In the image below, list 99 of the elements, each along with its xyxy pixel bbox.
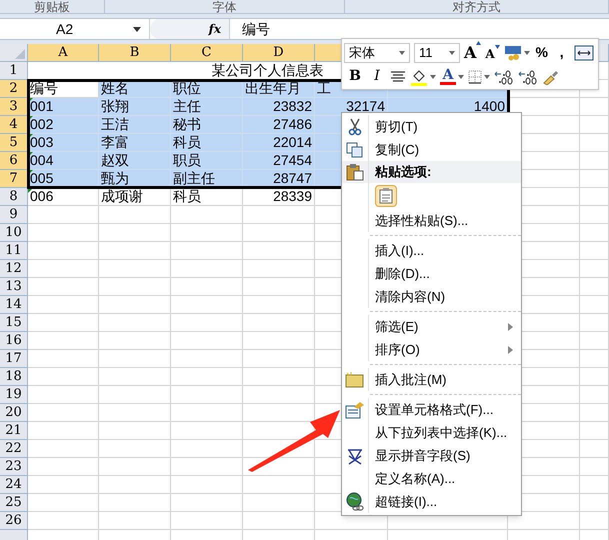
name-box[interactable]: A2	[0, 19, 150, 39]
number-format-button[interactable]: ,	[554, 42, 570, 63]
table-cell: 秘书	[171, 116, 243, 134]
table-cell: 成项谢	[99, 188, 171, 206]
globe-link-icon	[345, 492, 365, 512]
scissors-icon	[348, 118, 362, 136]
menu-heading: 粘贴选项:	[375, 163, 432, 182]
row-header[interactable]: 1	[0, 62, 28, 80]
row-header[interactable]: 25	[0, 494, 28, 512]
merge-center-icon[interactable]	[574, 44, 594, 60]
borders-button[interactable]	[468, 70, 490, 84]
table-cell: 001	[28, 98, 99, 116]
row-header[interactable]: 19	[0, 386, 28, 404]
dropdown-caret-icon	[449, 50, 455, 54]
table-cell: 003	[28, 134, 99, 152]
table-cell: 主任	[171, 98, 243, 116]
menu-item[interactable]: 剪切(T)	[375, 115, 521, 138]
row-header[interactable]: 14	[0, 296, 28, 314]
table-cell: 27486	[243, 116, 315, 134]
menu-item[interactable]: 筛选(E)	[375, 315, 521, 338]
row-header[interactable]: 26	[0, 512, 28, 530]
menu-item[interactable]: 复制(C)	[375, 138, 521, 161]
table-cell: 002	[28, 116, 99, 134]
row-header[interactable]: 17	[0, 350, 28, 368]
font-name-field[interactable]: 宋体	[344, 42, 410, 62]
table-cell: 科员	[171, 134, 243, 152]
column-header[interactable]: A	[28, 44, 99, 62]
row-header[interactable]: 23	[0, 458, 28, 476]
menu-item[interactable]: 删除(D)...	[375, 262, 521, 285]
row-header[interactable]: 18	[0, 368, 28, 386]
row-header[interactable]: 5	[0, 134, 28, 152]
ribbon-group-label: 对齐方式	[452, 0, 500, 13]
column-header[interactable]: D	[243, 44, 315, 62]
menu-item[interactable]: 选择性粘贴(S)...	[375, 209, 521, 232]
menu-item[interactable]: 插入批注(M)	[375, 368, 521, 391]
menu-item[interactable]: 超链接(I)...	[375, 490, 521, 513]
table-cell: 004	[28, 152, 99, 170]
table-cell: 28339	[243, 188, 315, 206]
align-center-icon[interactable]	[390, 70, 406, 84]
increase-decimal-icon[interactable]	[494, 68, 514, 84]
format-painter-icon[interactable]	[542, 68, 560, 84]
row-header[interactable]: 16	[0, 332, 28, 350]
grow-font-button[interactable]: A	[464, 40, 482, 64]
column-header[interactable]: B	[99, 44, 171, 62]
table-cell: 23832	[243, 98, 315, 116]
dropdown-caret-icon	[399, 50, 405, 54]
row-header[interactable]: 10	[0, 224, 28, 242]
copy-icon	[346, 142, 364, 158]
clipboard-icon	[346, 163, 364, 181]
table-cell: 27454	[243, 152, 315, 170]
triangle-icon	[494, 45, 500, 49]
table-cell: 22014	[243, 134, 315, 152]
paste-button[interactable]	[375, 185, 397, 207]
menu-item[interactable]: 排序(O)	[375, 338, 521, 361]
dropdown-caret-icon	[524, 50, 530, 54]
table-cell: 职员	[171, 152, 243, 170]
row-header[interactable]: 2	[0, 80, 28, 98]
triangle-icon	[476, 40, 482, 44]
row-header[interactable]: 21	[0, 422, 28, 440]
row-header[interactable]: 24	[0, 476, 28, 494]
accounting-format-button[interactable]	[504, 44, 530, 60]
row-header[interactable]: 6	[0, 152, 28, 170]
row-header[interactable]: 20	[0, 404, 28, 422]
formula-bar-field[interactable]: 编号	[230, 19, 609, 39]
row-header[interactable]: 11	[0, 242, 28, 260]
menu-item[interactable]: 插入(I)...	[375, 239, 521, 262]
menu-item[interactable]: 清除内容(N)	[375, 285, 521, 308]
row-header[interactable]: 4	[0, 116, 28, 134]
row-header[interactable]: 8	[0, 188, 28, 206]
number-format-button[interactable]: %	[534, 42, 550, 63]
ribbon-group-label: 字体	[212, 0, 236, 13]
table-cell: 张翔	[99, 98, 171, 116]
shrink-font-button[interactable]: A	[485, 45, 500, 63]
row-header[interactable]: 3	[0, 98, 28, 116]
note-icon	[345, 372, 365, 388]
format-cells-icon	[345, 400, 365, 418]
menu-item[interactable]: 定义名称(A)...	[375, 467, 521, 490]
dropdown-caret-icon	[133, 26, 141, 32]
fill-color-button[interactable]	[410, 68, 436, 86]
row-header[interactable]: 7	[0, 170, 28, 188]
column-header[interactable]: C	[171, 44, 243, 62]
menu-item[interactable]: 显示拼音字段(S)	[375, 444, 521, 467]
corner-triangle-icon	[15, 49, 25, 59]
menu-item[interactable]: 从下拉列表中选择(K)...	[375, 421, 521, 444]
table-cell: 科员	[171, 188, 243, 206]
table-cell: 李富	[99, 134, 171, 152]
table-cell: 赵双	[99, 152, 171, 170]
font-size-field[interactable]: 11	[414, 42, 460, 62]
row-header[interactable]: 22	[0, 440, 28, 458]
table-cell: 006	[28, 188, 99, 206]
row-header[interactable]: 15	[0, 314, 28, 332]
table-cell: 王洁	[99, 116, 171, 134]
row-header[interactable]: 13	[0, 278, 28, 296]
insert-function-button[interactable]: fx	[208, 20, 221, 38]
ribbon-group-label: 剪贴板	[34, 0, 70, 13]
row-header[interactable]: 12	[0, 260, 28, 278]
menu-item[interactable]: 设置单元格格式(F)...	[375, 398, 521, 421]
row-header[interactable]: 9	[0, 206, 28, 224]
decrease-decimal-icon[interactable]	[518, 68, 538, 84]
